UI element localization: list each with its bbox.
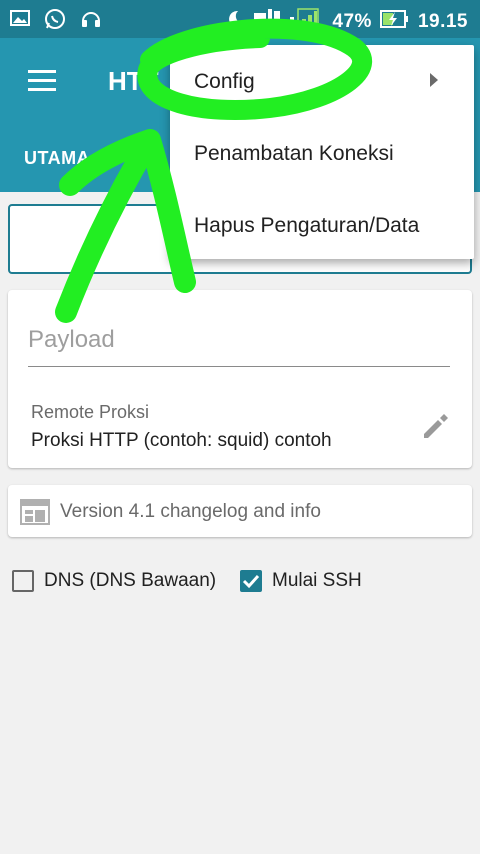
menu-icon[interactable] [28, 70, 56, 92]
menu-item-penambatan-koneksi[interactable]: Penambatan Koneksi [194, 142, 394, 166]
calendar-icon [20, 499, 50, 530]
battery-percent: 47% [332, 10, 372, 32]
battery-charging-icon [379, 9, 410, 34]
menu-item-config[interactable]: Config [194, 70, 255, 94]
headset-icon [80, 8, 102, 35]
moon-icon [226, 9, 246, 34]
remote-proxy-value: Proksi HTTP (contoh: squid) contoh [31, 430, 332, 451]
payload-card: Payload Remote Proksi Proksi HTTP (conto… [8, 290, 472, 468]
dns-checkbox-row[interactable]: DNS (DNS Bawaan) [12, 570, 216, 592]
ssh-checkbox-row[interactable]: Mulai SSH [240, 570, 362, 592]
dns-checkbox-label: DNS (DNS Bawaan) [44, 570, 217, 591]
submenu-arrow-icon [430, 73, 438, 87]
status-bar: 47% 19.15 [0, 0, 480, 38]
ssh-checkbox[interactable] [240, 570, 262, 592]
ssh-checkbox-label: Mulai SSH [272, 570, 362, 591]
remote-proxy-label: Remote Proksi [31, 402, 150, 422]
whatsapp-icon [44, 8, 66, 35]
version-text: Version 4.1 changelog and info [60, 501, 321, 522]
tab-utama[interactable]: UTAMA [24, 148, 90, 169]
dns-checkbox[interactable] [12, 570, 34, 592]
overflow-menu: Config Penambatan Koneksi Hapus Pengatur… [170, 45, 474, 259]
clock: 19.15 [417, 10, 468, 32]
version-info-card[interactable]: Version 4.1 changelog and info [8, 485, 472, 537]
image-icon [10, 8, 30, 35]
menu-item-hapus-pengaturan[interactable]: Hapus Pengaturan/Data [194, 214, 419, 238]
payload-input[interactable]: Payload [28, 326, 450, 367]
edit-pencil-icon[interactable] [418, 410, 450, 447]
app-title: HTT [108, 66, 159, 96]
signal-icon [254, 7, 324, 36]
